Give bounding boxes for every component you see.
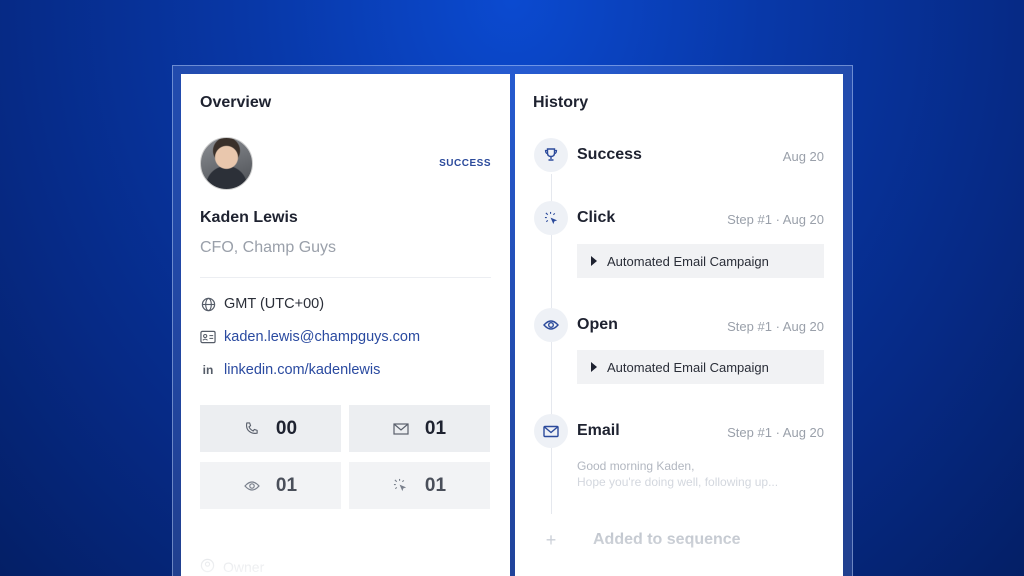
history-title: History — [533, 94, 589, 111]
trophy-icon — [534, 138, 568, 172]
person-role: CFO, Champ Guys — [200, 239, 337, 256]
owner-label: Owner — [223, 559, 265, 575]
stat-calls[interactable]: 00 — [200, 405, 341, 452]
person-name: Kaden Lewis — [200, 209, 298, 226]
added-to-sequence-label: Added to sequence — [593, 531, 741, 548]
expand-arrow-icon — [591, 362, 597, 372]
timezone-text: GMT (UTC+00) — [224, 296, 325, 312]
expand-arrow-icon — [591, 256, 597, 266]
event-email-title: Email — [577, 422, 620, 439]
campaign-label: Automated Email Campaign — [607, 359, 769, 375]
mail-icon — [534, 414, 568, 448]
email-preview-line2: Hope you're doing well, following up... — [577, 475, 779, 489]
eye-icon — [534, 308, 568, 342]
overview-title: Overview — [200, 94, 272, 111]
avatar[interactable] — [200, 137, 253, 190]
email-link[interactable]: kaden.lewis@champguys.com — [224, 329, 420, 345]
phone-icon — [244, 421, 260, 437]
event-click-campaign[interactable]: Automated Email Campaign — [577, 244, 824, 278]
stat-emails[interactable]: 01 — [349, 405, 490, 452]
divider — [200, 277, 491, 278]
campaign-label: Automated Email Campaign — [607, 253, 769, 269]
linkedin-row[interactable]: in linkedin.com/kadenlewis — [200, 362, 381, 378]
linkedin-link[interactable]: linkedin.com/kadenlewis — [224, 362, 380, 378]
event-success-title: Success — [577, 146, 642, 163]
stat-opens-value: 01 — [275, 474, 298, 496]
plus-icon: + — [545, 529, 557, 550]
contact-card-icon — [200, 329, 216, 345]
click-icon — [534, 201, 568, 235]
stat-clicks[interactable]: 01 — [349, 462, 490, 509]
event-success-date: Aug 20 — [782, 149, 824, 164]
mail-open-icon — [393, 421, 409, 437]
eye-icon — [244, 478, 260, 494]
event-email-meta: Step #1 · Aug 20 — [727, 425, 824, 440]
overview-panel: Overview SUCCESS Kaden Lewis CFO, Champ … — [181, 74, 510, 576]
stat-emails-value: 01 — [424, 417, 447, 439]
history-panel: History Success Aug 20 Click Step #1 · A… — [515, 74, 843, 576]
click-icon — [393, 478, 409, 494]
owner-row[interactable]: Owner — [200, 558, 264, 576]
email-preview[interactable]: Good morning Kaden, Hope you're doing we… — [577, 458, 824, 490]
event-open-campaign[interactable]: Automated Email Campaign — [577, 350, 824, 384]
linkedin-icon: in — [202, 363, 214, 377]
event-open-meta: Step #1 · Aug 20 — [727, 319, 824, 334]
email-preview-line1: Good morning Kaden, — [577, 459, 695, 473]
globe-icon — [200, 296, 216, 312]
stat-calls-value: 00 — [275, 417, 298, 439]
user-circle-icon — [200, 558, 215, 576]
timezone-row: GMT (UTC+00) — [200, 296, 324, 312]
event-click-meta: Step #1 · Aug 20 — [727, 212, 824, 227]
event-click-title: Click — [577, 209, 616, 226]
email-row[interactable]: kaden.lewis@champguys.com — [200, 329, 420, 345]
status-badge: SUCCESS — [439, 158, 491, 169]
stat-clicks-value: 01 — [424, 474, 447, 496]
added-to-sequence-row[interactable]: + Added to sequence — [534, 523, 741, 557]
stat-opens[interactable]: 01 — [200, 462, 341, 509]
event-open-title: Open — [577, 316, 618, 333]
